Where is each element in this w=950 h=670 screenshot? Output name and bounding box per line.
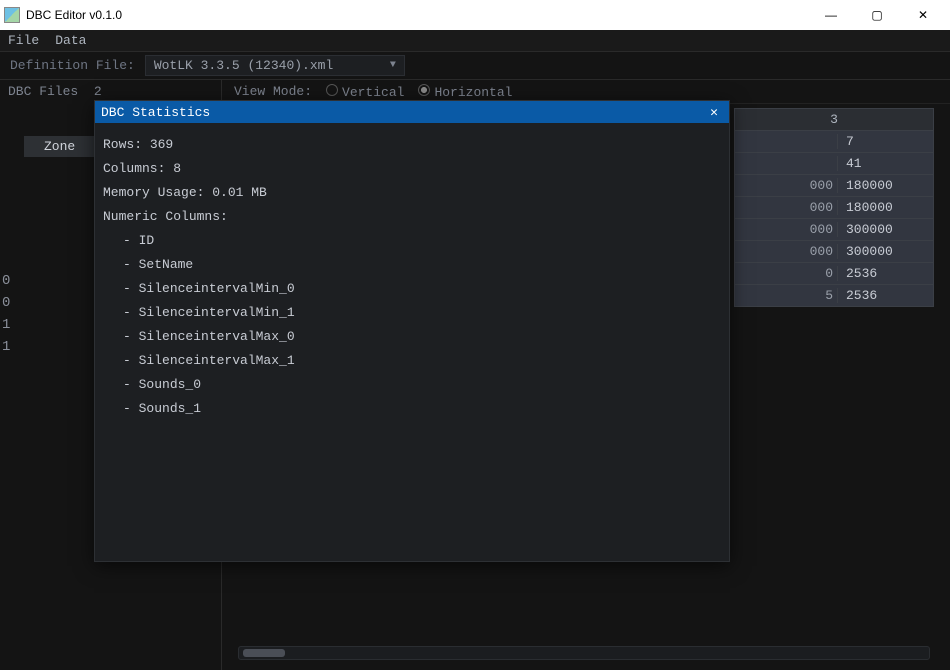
numeric-col-item: - Sounds_0 (103, 373, 721, 397)
stat-mem-label: Memory Usage: (103, 185, 212, 200)
window-controls: — ▢ ✕ (808, 0, 946, 30)
dialog-close-button[interactable]: ✕ (705, 103, 723, 121)
dbc-files-count: 2 (94, 84, 102, 99)
cell-right: 41 (838, 156, 925, 171)
table-row[interactable]: 000300000 (734, 219, 934, 241)
cell-right: 300000 (838, 222, 925, 237)
numeric-col-name: SilenceintervalMin_1 (139, 305, 295, 320)
cell-right: 2536 (838, 266, 925, 281)
numeric-col-name: SilenceintervalMax_1 (139, 353, 295, 368)
cell-left: 000 (743, 178, 838, 193)
row-marker: 1 (2, 314, 10, 336)
close-button[interactable]: ✕ (900, 0, 946, 30)
bullet-icon: - (123, 305, 139, 320)
table-row[interactable]: 02536 (734, 263, 934, 285)
cell-right: 300000 (838, 244, 925, 259)
viewmode-horizontal-label: Horizontal (434, 85, 512, 100)
stat-cols-label: Columns: (103, 161, 173, 176)
cell-left: 000 (743, 244, 838, 259)
bullet-icon: - (123, 329, 139, 344)
cell-left: 000 (743, 222, 838, 237)
numeric-col-item: - SetName (103, 253, 721, 277)
viewmode-horizontal[interactable]: Horizontal (418, 84, 512, 100)
row-marker: 0 (2, 270, 10, 292)
numeric-col-item: - Sounds_1 (103, 397, 721, 421)
numeric-col-name: ID (139, 233, 155, 248)
numeric-col-item: - ID (103, 229, 721, 253)
viewmode-vertical[interactable]: Vertical (326, 84, 404, 100)
numeric-col-item: - SilenceintervalMax_0 (103, 325, 721, 349)
app-icon (4, 7, 20, 23)
dbc-files-label: DBC Files (8, 84, 78, 99)
dialog-body: Rows: 369 Columns: 8 Memory Usage: 0.01 … (95, 123, 729, 561)
numeric-col-name: Sounds_1 (139, 401, 201, 416)
numeric-col-item: - SilenceintervalMin_0 (103, 277, 721, 301)
cell-left (743, 156, 838, 171)
numeric-col-name: SilenceintervalMin_0 (139, 281, 295, 296)
definition-combo[interactable]: WotLK 3.3.5 (12340).xml ▼ (145, 55, 405, 76)
bullet-icon: - (123, 233, 139, 248)
menubar: File Data (0, 30, 950, 52)
definition-combo-value: WotLK 3.3.5 (12340).xml (154, 58, 333, 73)
stat-cols-value: 8 (173, 161, 181, 176)
horizontal-scrollbar[interactable] (238, 646, 930, 660)
titlebar: DBC Editor v0.1.0 — ▢ ✕ (0, 0, 950, 30)
radio-icon (326, 84, 338, 96)
stat-rows: Rows: 369 (103, 133, 721, 157)
table-row[interactable]: 52536 (734, 285, 934, 307)
cell-left: 000 (743, 200, 838, 215)
maximize-button[interactable]: ▢ (854, 0, 900, 30)
numeric-col-name: Sounds_0 (139, 377, 201, 392)
definition-row: Definition File: WotLK 3.3.5 (12340).xml… (0, 52, 950, 80)
window-title: DBC Editor v0.1.0 (26, 8, 808, 22)
bullet-icon: - (123, 281, 139, 296)
cell-right: 180000 (838, 178, 925, 193)
stat-rows-label: Rows: (103, 137, 150, 152)
dialog-title: DBC Statistics (101, 105, 210, 120)
statistics-dialog: DBC Statistics ✕ Rows: 369 Columns: 8 Me… (94, 100, 730, 562)
row-marker: 1 (2, 336, 10, 358)
cell-left: 5 (743, 288, 838, 303)
cell-left: 0 (743, 266, 838, 281)
menu-file[interactable]: File (8, 33, 39, 48)
menu-data[interactable]: Data (55, 33, 86, 48)
data-grid[interactable]: 3 7 41 000180000 000180000 000300000 000… (734, 108, 934, 307)
bullet-icon: - (123, 377, 139, 392)
table-row[interactable]: 000300000 (734, 241, 934, 263)
stat-columns: Columns: 8 (103, 157, 721, 181)
stat-memory: Memory Usage: 0.01 MB (103, 181, 721, 205)
table-row[interactable]: 41 (734, 153, 934, 175)
bullet-icon: - (123, 353, 139, 368)
row-marker: 0 (2, 292, 10, 314)
viewmode-label: View Mode: (234, 84, 312, 99)
stat-numeric-header: Numeric Columns: (103, 205, 721, 229)
column-header[interactable]: 3 (734, 108, 934, 131)
definition-label: Definition File: (10, 58, 135, 73)
viewmode-vertical-label: Vertical (342, 85, 404, 100)
numeric-col-item: - SilenceintervalMax_1 (103, 349, 721, 373)
stat-rows-value: 369 (150, 137, 173, 152)
dialog-titlebar[interactable]: DBC Statistics ✕ (95, 101, 729, 123)
table-row[interactable]: 000180000 (734, 175, 934, 197)
cell-right: 7 (838, 134, 925, 149)
minimize-button[interactable]: — (808, 0, 854, 30)
cell-right: 2536 (838, 288, 925, 303)
bullet-icon: - (123, 257, 139, 272)
numeric-col-name: SilenceintervalMax_0 (139, 329, 295, 344)
numeric-col-name: SetName (139, 257, 194, 272)
table-row[interactable]: 7 (734, 131, 934, 153)
scrollbar-thumb[interactable] (243, 649, 285, 657)
numeric-col-item: - SilenceintervalMin_1 (103, 301, 721, 325)
radio-icon (418, 84, 430, 96)
stat-mem-value: 0.01 MB (212, 185, 267, 200)
bullet-icon: - (123, 401, 139, 416)
cell-left (743, 134, 838, 149)
cell-right: 180000 (838, 200, 925, 215)
row-markers: 0 0 1 1 (0, 270, 10, 358)
table-row[interactable]: 000180000 (734, 197, 934, 219)
chevron-down-icon: ▼ (390, 60, 396, 71)
